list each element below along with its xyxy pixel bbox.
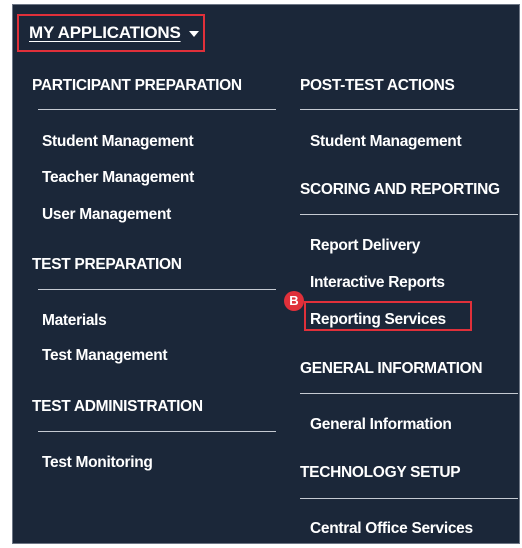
menu-item-central-office-services[interactable]: Central Office Services xyxy=(310,520,473,538)
menu-item-student-management-post-test[interactable]: Student Management xyxy=(310,133,462,151)
menu-item-interactive-reports[interactable]: Interactive Reports xyxy=(310,274,445,292)
section-heading-scoring-and-reporting: SCORING AND REPORTING xyxy=(300,181,500,198)
divider xyxy=(300,393,518,394)
divider xyxy=(38,109,276,110)
menu-item-student-management[interactable]: Student Management xyxy=(42,133,194,151)
divider xyxy=(38,431,276,432)
my-applications-menu-button[interactable]: MY APPLICATIONS xyxy=(17,14,205,52)
section-heading-technology-setup: TECHNOLOGY SETUP xyxy=(300,464,461,481)
divider xyxy=(38,289,276,290)
my-applications-label: MY APPLICATIONS xyxy=(29,23,181,42)
caret-down-icon xyxy=(188,30,199,37)
menu-item-teacher-management[interactable]: Teacher Management xyxy=(42,169,194,187)
divider xyxy=(300,109,518,110)
section-heading-post-test-actions: POST-TEST ACTIONS xyxy=(300,77,455,94)
menu-item-report-delivery[interactable]: Report Delivery xyxy=(310,237,420,255)
menu-item-test-monitoring[interactable]: Test Monitoring xyxy=(42,454,153,472)
section-heading-test-preparation: TEST PREPARATION xyxy=(32,256,182,273)
menu-item-test-management[interactable]: Test Management xyxy=(42,347,168,365)
section-heading-participant-preparation: PARTICIPANT PREPARATION xyxy=(32,77,242,94)
menu-item-general-information[interactable]: General Information xyxy=(310,416,452,434)
divider xyxy=(300,498,518,499)
divider xyxy=(300,214,518,215)
section-heading-general-information: GENERAL INFORMATION xyxy=(300,360,483,377)
menu-item-user-management[interactable]: User Management xyxy=(42,206,171,224)
menu-item-materials[interactable]: Materials xyxy=(42,312,107,330)
section-heading-test-administration: TEST ADMINISTRATION xyxy=(32,398,203,415)
callout-badge-b: B xyxy=(284,291,304,311)
applications-menu-panel: MY APPLICATIONS PARTICIPANT PREPARATION … xyxy=(12,4,520,544)
menu-item-reporting-services[interactable]: Reporting Services xyxy=(310,311,446,329)
